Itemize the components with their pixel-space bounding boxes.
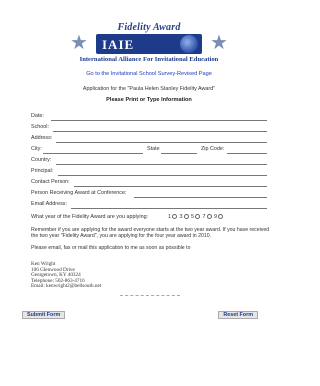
contact-row: Contact Person: xyxy=(31,179,267,188)
receiving-label: Person Receiving Award at Conference: xyxy=(31,190,127,196)
globe-icon xyxy=(180,35,198,53)
school-row: School: xyxy=(31,124,267,133)
address-field[interactable] xyxy=(56,142,267,143)
year-option-label: 5 xyxy=(191,214,194,220)
logo-tagline: International Alliance For Invitational … xyxy=(79,56,219,63)
address-row: Address: xyxy=(31,135,267,144)
application-subtitle: Application for the "Paula Helen Stanley… xyxy=(82,86,216,92)
star-icon: ★ xyxy=(210,32,228,54)
star-icon: ★ xyxy=(70,32,88,54)
year-5-radio[interactable] xyxy=(195,214,200,220)
year-option-label: 3 xyxy=(179,214,183,220)
year-option-label: 9 xyxy=(214,214,217,220)
zip-field[interactable] xyxy=(227,153,267,154)
iaie-logo: Fidelity Award ★ IAIE ★ International Al… xyxy=(68,22,230,64)
principal-label: Principal: xyxy=(31,168,54,174)
print-instruction: Please Print or Type Information xyxy=(106,97,192,103)
date-label: Date: xyxy=(31,113,44,119)
receiving-field[interactable] xyxy=(134,197,267,198)
receiving-row: Person Receiving Award at Conference: xyxy=(31,190,267,199)
zip-label: Zip Code: xyxy=(201,146,225,152)
year-7-radio[interactable] xyxy=(206,214,212,220)
email-label: Email Address: xyxy=(31,201,67,207)
year-3-radio[interactable] xyxy=(183,214,189,220)
contact-email: Email: kenwright2@bellsouth.net xyxy=(31,283,102,290)
country-field[interactable] xyxy=(56,164,267,165)
contact-label: Contact Person: xyxy=(31,179,70,185)
submit-form-button[interactable]: Submit Form xyxy=(22,311,66,319)
address-label: Address: xyxy=(31,135,53,141)
reset-form-button[interactable]: Reset Form xyxy=(218,311,258,319)
date-field[interactable] xyxy=(51,120,267,121)
mail-instruction: Please email, fax or mail this applicati… xyxy=(31,245,191,251)
remember-note: Remember if you are applying for the awa… xyxy=(31,227,270,240)
city-row: City: State Zip Code: xyxy=(31,146,267,155)
principal-field[interactable] xyxy=(58,175,267,176)
city-field[interactable] xyxy=(43,153,143,154)
logo-title: Fidelity Award xyxy=(117,22,181,33)
country-label: Country: xyxy=(31,157,52,163)
email-row: Email Address: xyxy=(31,201,267,210)
year-9-radio[interactable] xyxy=(218,214,223,220)
year-option-label: 1 xyxy=(168,214,171,220)
state-field[interactable] xyxy=(161,153,197,154)
year-row: What year of the Fidelity Award are you … xyxy=(31,214,267,223)
logo-band-text: IAIE xyxy=(102,37,135,52)
contact-address: Ken Wright 106 Glenwood Drive Georgetown… xyxy=(31,261,102,290)
country-row: Country: xyxy=(31,157,267,166)
year-option-label: 7 xyxy=(202,214,206,220)
year-options: 1 3 5 7 9 xyxy=(168,214,224,220)
city-label: City: xyxy=(31,146,42,152)
school-label: School: xyxy=(31,124,49,130)
email-field[interactable] xyxy=(71,208,267,209)
survey-revised-link[interactable]: Go to the Invitational School Survey-Rev… xyxy=(0,71,298,77)
state-label: State xyxy=(147,146,160,152)
year-1-radio[interactable] xyxy=(172,214,177,220)
date-row: Date: xyxy=(31,113,267,122)
contact-field[interactable] xyxy=(74,186,267,187)
year-question: What year of the Fidelity Award are you … xyxy=(31,214,149,220)
logo-band: IAIE xyxy=(96,34,202,54)
principal-row: Principal: xyxy=(31,168,267,177)
divider xyxy=(120,295,180,296)
school-field[interactable] xyxy=(53,131,267,132)
